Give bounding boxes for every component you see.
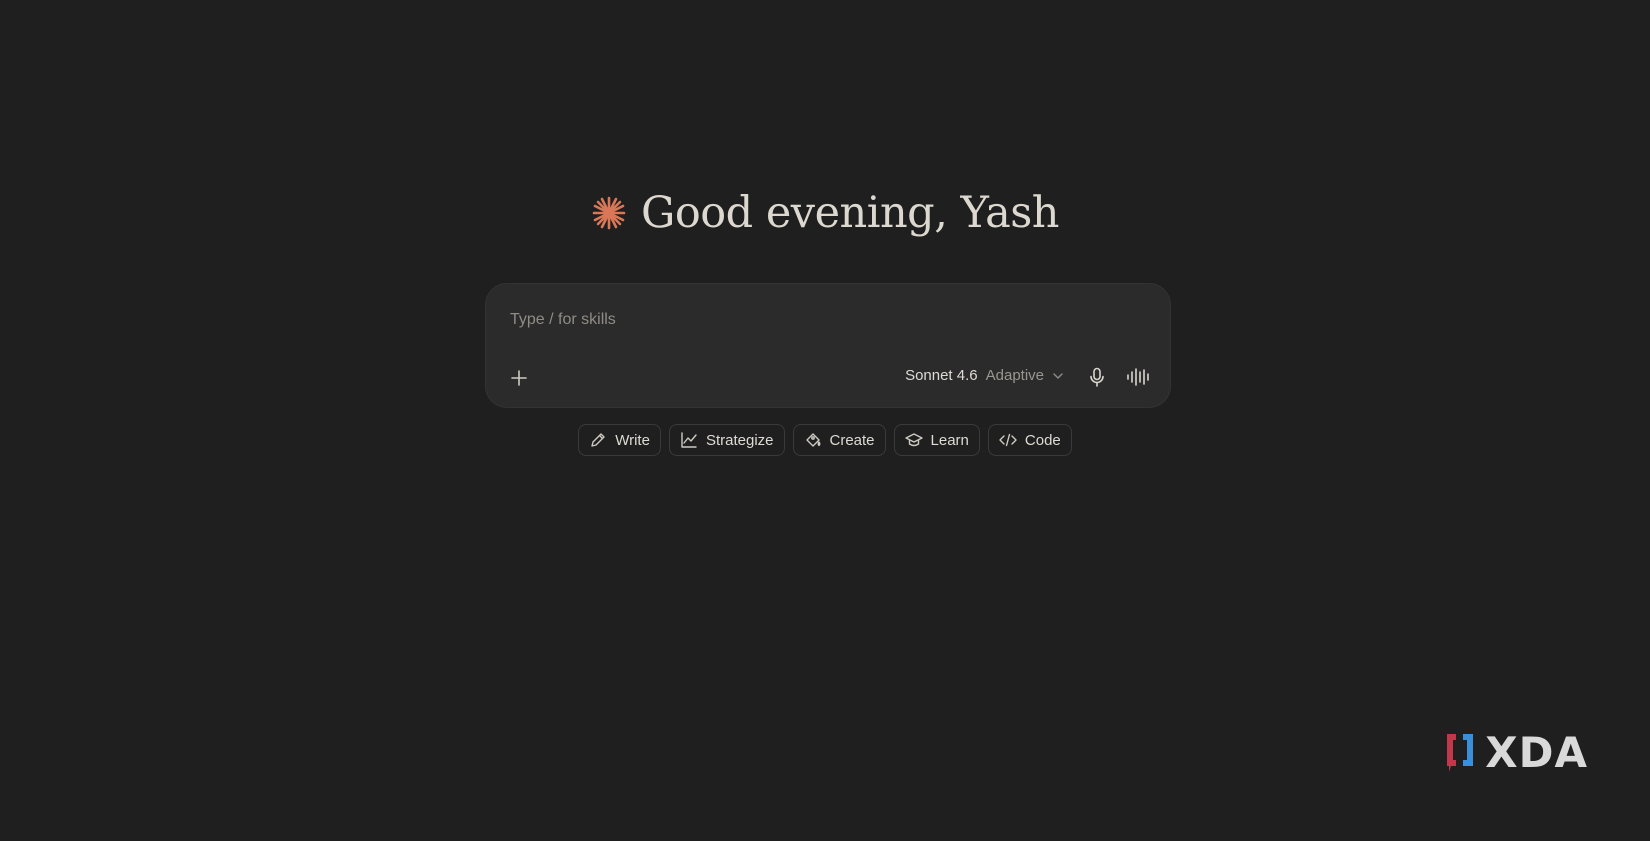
model-name: Sonnet 4.6 xyxy=(905,367,978,384)
message-input[interactable] xyxy=(508,306,1152,334)
chip-label: Write xyxy=(615,431,650,449)
message-composer: Sonnet 4.6 Adaptive xyxy=(485,283,1171,408)
greeting-title: Good evening, Yash xyxy=(641,188,1059,238)
graduation-cap-icon xyxy=(904,433,923,447)
chip-label: Strategize xyxy=(705,431,774,449)
xda-logo-icon xyxy=(1447,733,1474,772)
model-selector[interactable]: Sonnet 4.6 Adaptive xyxy=(905,367,1064,384)
xda-watermark: XDA xyxy=(1443,728,1588,777)
chip-label: Learn xyxy=(930,431,969,449)
code-brackets-icon xyxy=(999,433,1017,447)
chip-label: Create xyxy=(829,431,875,449)
model-mode: Adaptive xyxy=(985,367,1044,384)
chip-strategize[interactable]: Strategize xyxy=(668,424,785,456)
voice-waveform-icon[interactable] xyxy=(1126,366,1150,388)
chip-learn[interactable]: Learn xyxy=(893,424,980,456)
spark-icon xyxy=(592,196,626,230)
xda-logo-text: XDA xyxy=(1485,728,1588,777)
greeting-header: Good evening, Yash xyxy=(0,188,1650,238)
chevron-down-icon xyxy=(1053,372,1063,379)
chip-label: Code xyxy=(1024,431,1061,449)
line-chart-icon xyxy=(681,432,697,448)
pencil-icon xyxy=(591,433,605,447)
suggestion-chips: Write Strategize Create Learn Code xyxy=(0,424,1650,456)
microphone-icon[interactable] xyxy=(1086,366,1108,388)
plus-icon[interactable] xyxy=(508,367,530,389)
paint-bucket-icon xyxy=(805,433,820,447)
chip-code[interactable]: Code xyxy=(987,424,1072,456)
app-root: Good evening, Yash Sonnet 4.6 Adaptive xyxy=(0,0,1650,841)
chip-write[interactable]: Write xyxy=(578,424,661,456)
chip-create[interactable]: Create xyxy=(792,424,886,456)
